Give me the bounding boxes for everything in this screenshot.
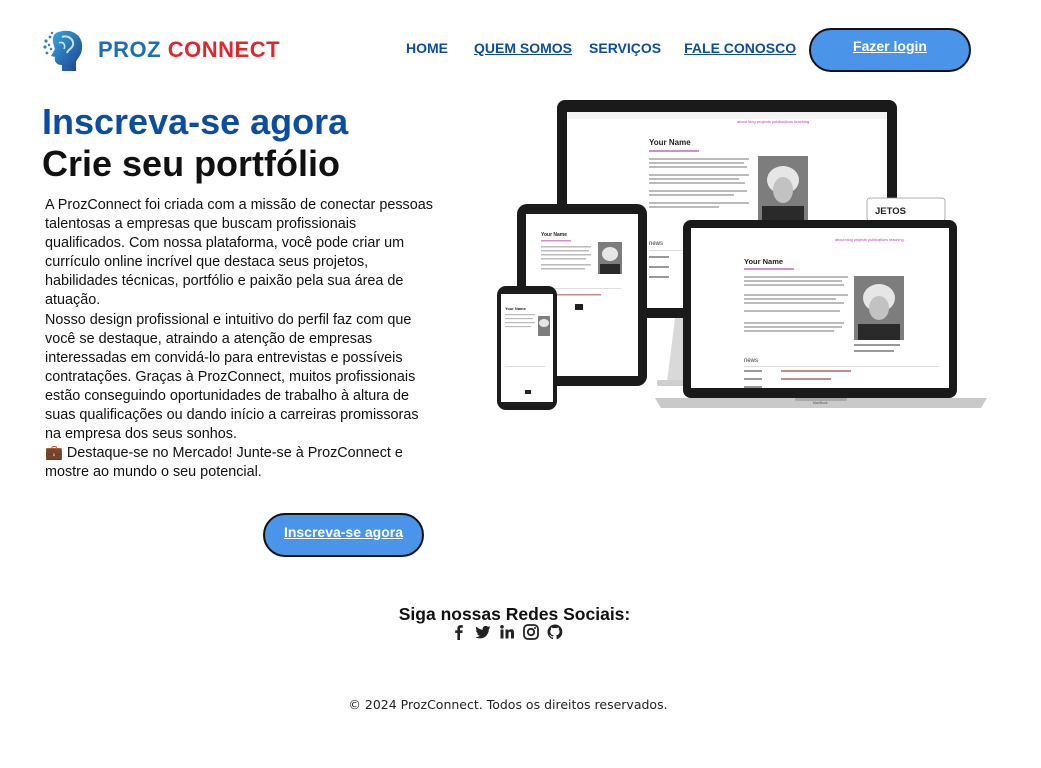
svg-text:news: news [744,358,758,364]
nav-fale-conosco[interactable]: FALE CONOSCO [684,40,796,56]
facebook-icon[interactable] [450,623,468,641]
signup-button[interactable]: Inscreva-se agora [263,513,424,557]
hero-subtitle: Crie seu portfólio [42,143,341,184]
nav-home[interactable]: HOME [406,40,448,56]
brand-wordmark: PROZ CONNECT [98,37,280,63]
social-icons [450,623,564,641]
nav-servicos[interactable]: SERVIÇOS [589,40,661,56]
svg-text:Your Name: Your Name [744,257,783,266]
brain-head-icon [43,30,83,71]
social-title: Siga nossas Redes Sociais: [398,604,631,624]
svg-text:Your Name: Your Name [505,306,527,311]
svg-text:about blog projects publica: about blog projects publications teachin… [737,119,809,124]
svg-text:Your Name: Your Name [649,138,691,147]
nav-quem-somos[interactable]: QUEM SOMOS [474,40,572,56]
brand-name-part1: PROZ [98,37,162,62]
footer-copyright: © 2024 ProzConnect. Todos os direitos re… [348,697,668,712]
hero-description: A ProzConnect foi criada com a missão de… [45,196,437,482]
svg-text:MacBook: MacBook [813,401,828,405]
svg-text:JETOS: JETOS [875,206,906,217]
hero-paragraph: A ProzConnect foi criada com a missão de… [45,197,433,309]
login-button[interactable]: Fazer login [809,28,971,72]
phone-device: Your Name [497,286,557,410]
main-nav: HOME QUEM SOMOS SERVIÇOS FALE CONOSCO [406,40,796,56]
brand-name-part2: CONNECT [167,37,281,62]
hero-title: Inscreva-se agora [42,101,349,142]
instagram-icon[interactable] [522,623,540,641]
linkedin-icon[interactable] [498,623,516,641]
github-icon[interactable] [546,623,564,641]
svg-text:Your Name: Your Name [541,232,567,238]
hero-paragraph: Nosso design profissional e intuitivo do… [45,311,419,443]
laptop-device: about blog projects publications teachin… [655,220,987,408]
brand-logo[interactable]: PROZ CONNECT [42,27,280,73]
portfolio-devices-illustration: about blog projects publications teachin… [497,100,987,410]
hero-paragraph: 💼 Destaque-se no Mercado! Junte-se à Pro… [45,445,403,481]
twitter-icon[interactable] [474,623,492,641]
svg-text:about blog projects publica: about blog projects publications teachin… [835,238,904,242]
svg-text:news: news [649,241,663,247]
